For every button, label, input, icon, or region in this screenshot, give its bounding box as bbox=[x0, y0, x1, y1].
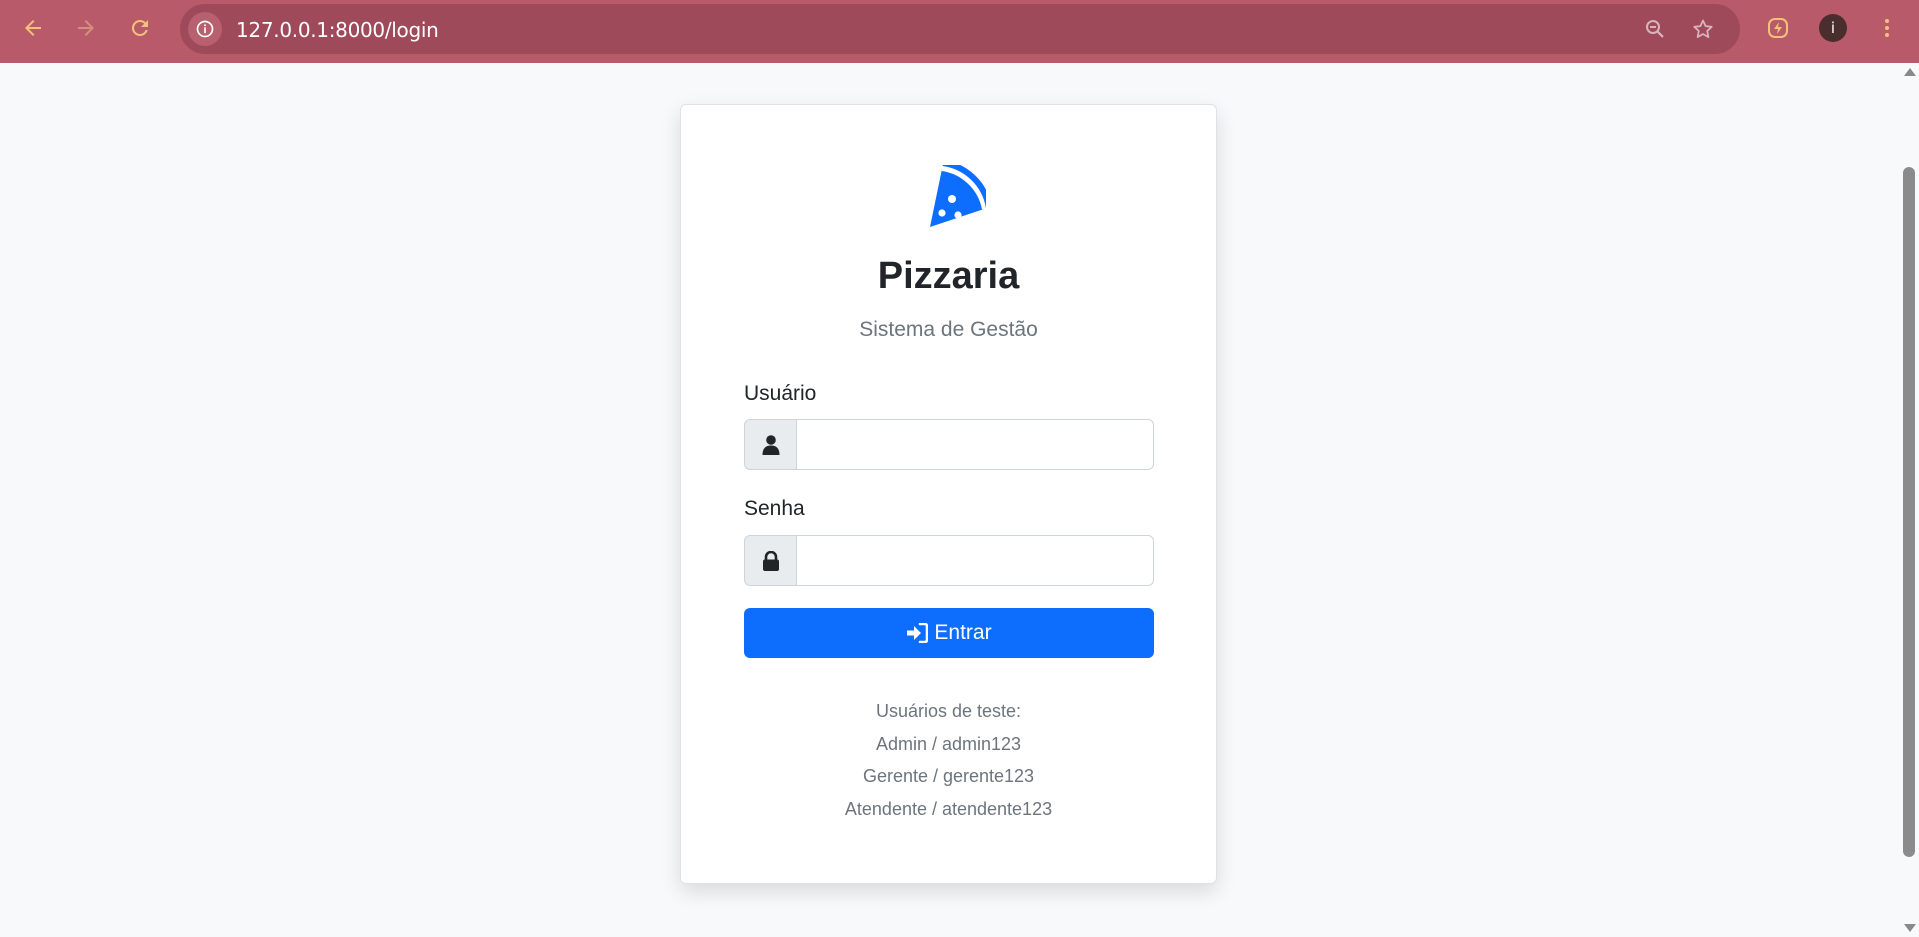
reload-icon bbox=[131, 19, 148, 36]
address-bar[interactable]: 127.0.0.1:8000/login bbox=[180, 4, 1740, 54]
bookmark-button[interactable] bbox=[1683, 9, 1723, 49]
page-scrollbar[interactable] bbox=[1900, 63, 1919, 937]
username-label: Usuário bbox=[744, 382, 817, 405]
url-text[interactable]: 127.0.0.1:8000/login bbox=[236, 18, 439, 42]
scrollbar-thumb[interactable] bbox=[1903, 167, 1915, 857]
arrow-right-icon bbox=[78, 20, 94, 36]
username-input-group bbox=[744, 419, 1154, 470]
login-button[interactable]: Entrar bbox=[744, 608, 1154, 658]
zoom-out-icon bbox=[1646, 20, 1664, 38]
app-subtitle: Sistema de Gestão bbox=[859, 318, 1038, 341]
back-button[interactable] bbox=[13, 8, 53, 48]
profile-button[interactable]: i bbox=[1813, 8, 1853, 48]
test-user-atendente: Atendente / atendente123 bbox=[844, 798, 1053, 819]
test-users-info: Usuários de teste: Admin / admin123 Gere… bbox=[681, 695, 1216, 825]
browser-menu-button[interactable] bbox=[1867, 8, 1907, 48]
username-addon bbox=[744, 419, 797, 470]
lightning-icon bbox=[1768, 18, 1788, 38]
scroll-down-arrow[interactable] bbox=[1904, 924, 1916, 932]
test-users-heading: Usuários de teste: bbox=[875, 701, 1022, 721]
pizza-slice-icon bbox=[930, 165, 986, 227]
scroll-up-arrow[interactable] bbox=[1904, 68, 1916, 76]
user-icon bbox=[762, 434, 779, 455]
lock-icon bbox=[762, 550, 779, 571]
password-field[interactable] bbox=[797, 535, 1154, 586]
forward-button[interactable] bbox=[66, 8, 106, 48]
browser-toolbar: 127.0.0.1:8000/login i bbox=[0, 0, 1919, 63]
arrow-left-icon bbox=[25, 20, 41, 36]
login-button-label: Entrar bbox=[934, 621, 992, 644]
password-addon bbox=[744, 535, 797, 586]
reload-button[interactable] bbox=[120, 8, 160, 48]
test-user-admin: Admin / admin123 bbox=[875, 733, 1022, 754]
test-user-gerente: Gerente / gerente123 bbox=[862, 766, 1035, 786]
info-icon bbox=[196, 20, 214, 38]
login-card: Pizzaria Sistema de Gestão Usuário Senha… bbox=[680, 104, 1217, 884]
more-vert-icon bbox=[1885, 19, 1889, 37]
app-title: Pizzaria bbox=[877, 255, 1020, 297]
extension-button[interactable] bbox=[1758, 8, 1798, 48]
star-icon bbox=[1693, 19, 1713, 38]
avatar: i bbox=[1819, 14, 1847, 42]
password-label: Senha bbox=[744, 497, 805, 520]
zoom-button[interactable] bbox=[1635, 9, 1675, 49]
sign-in-icon bbox=[907, 623, 929, 643]
password-input-group bbox=[744, 535, 1154, 586]
username-field[interactable] bbox=[797, 419, 1154, 470]
site-info-button[interactable] bbox=[188, 12, 222, 46]
